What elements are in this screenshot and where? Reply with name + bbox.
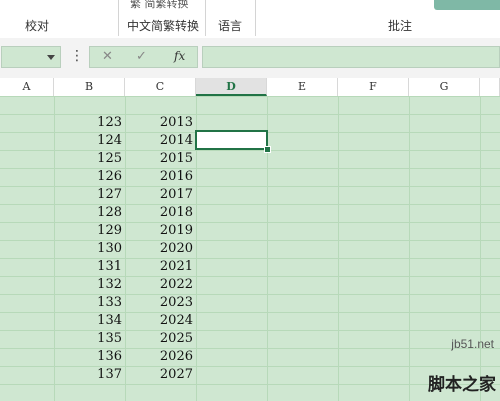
cell-c[interactable]: 2020 xyxy=(125,240,196,258)
cell-b[interactable]: 134 xyxy=(54,312,125,330)
cell-c[interactable]: 2015 xyxy=(125,150,196,168)
cell-c[interactable]: 2021 xyxy=(125,258,196,276)
formula-bar: ⋮ ✕ ✓ fx xyxy=(0,38,500,79)
ribbon-group-language[interactable]: 语言 xyxy=(218,17,242,34)
cell-b[interactable]: 131 xyxy=(54,258,125,276)
cell-b[interactable]: 126 xyxy=(54,168,125,186)
cell-b[interactable]: 133 xyxy=(54,294,125,312)
column-header-partial[interactable] xyxy=(480,78,500,96)
column-header-b[interactable]: B xyxy=(54,78,125,96)
formula-input[interactable] xyxy=(202,46,500,68)
column-header-a[interactable]: A xyxy=(0,78,54,96)
cancel-icon[interactable]: ✕ xyxy=(102,49,113,64)
chevron-down-icon[interactable] xyxy=(47,55,55,60)
cell-c[interactable]: 2014 xyxy=(125,132,196,150)
cell-b[interactable]: 125 xyxy=(54,150,125,168)
formula-buttons: ✕ ✓ fx xyxy=(89,46,198,68)
ribbon-divider xyxy=(205,0,206,36)
cell-c[interactable]: 2016 xyxy=(125,168,196,186)
cell-c[interactable]: 2027 xyxy=(125,366,196,384)
name-box[interactable] xyxy=(1,46,61,68)
cell-b[interactable]: 124 xyxy=(54,132,125,150)
selected-cell[interactable] xyxy=(195,130,268,150)
ribbon-divider xyxy=(118,0,119,36)
column-header-d[interactable]: D xyxy=(196,78,267,96)
watermark: jb51.net 脚本之家 xyxy=(358,331,500,401)
cell-c[interactable]: 2025 xyxy=(125,330,196,348)
cell-b[interactable]: 135 xyxy=(54,330,125,348)
insert-function-icon[interactable]: fx xyxy=(174,49,185,63)
cell-c[interactable]: 2024 xyxy=(125,312,196,330)
more-options-icon[interactable]: ⋮ xyxy=(70,48,84,64)
cell-b[interactable]: 127 xyxy=(54,186,125,204)
cell-b[interactable]: 137 xyxy=(54,366,125,384)
column-header-row: A B C D E F G xyxy=(0,78,500,97)
cell-c[interactable]: 2019 xyxy=(125,222,196,240)
ribbon: 繁 简繁转换 校对 中文简繁转换 语言 批注 xyxy=(0,0,500,39)
cell-b[interactable]: 129 xyxy=(54,222,125,240)
column-header-f[interactable]: F xyxy=(338,78,409,96)
cell-b[interactable]: 130 xyxy=(54,240,125,258)
ribbon-group-chinese-conversion[interactable]: 中文简繁转换 xyxy=(127,17,199,34)
column-header-c[interactable]: C xyxy=(125,78,196,96)
cell-b[interactable]: 123 xyxy=(54,114,125,132)
column-header-g[interactable]: G xyxy=(409,78,480,96)
cell-c[interactable]: 2022 xyxy=(125,276,196,294)
ribbon-partial-text: 繁 简繁转换 xyxy=(130,0,189,10)
cell-b[interactable]: 136 xyxy=(54,348,125,366)
ribbon-group-comments[interactable]: 批注 xyxy=(388,17,412,34)
cell-b[interactable]: 132 xyxy=(54,276,125,294)
ribbon-partial-icon[interactable] xyxy=(434,0,500,10)
gridline xyxy=(0,96,500,97)
cell-c[interactable]: 2013 xyxy=(125,114,196,132)
gridline xyxy=(338,96,339,401)
fill-handle[interactable] xyxy=(264,146,271,153)
ribbon-group-proofing[interactable]: 校对 xyxy=(25,17,49,34)
confirm-icon[interactable]: ✓ xyxy=(136,49,147,64)
watermark-text: 脚本之家 xyxy=(428,375,496,395)
ribbon-divider xyxy=(255,0,256,36)
watermark-url: jb51.net xyxy=(451,337,494,351)
cell-b[interactable]: 128 xyxy=(54,204,125,222)
column-header-e[interactable]: E xyxy=(267,78,338,96)
cell-c[interactable]: 2023 xyxy=(125,294,196,312)
spreadsheet-grid[interactable]: A B C D E F G 123 124 125 126 127 128 12… xyxy=(0,78,500,401)
cell-c[interactable]: 2018 xyxy=(125,204,196,222)
cell-c[interactable]: 2026 xyxy=(125,348,196,366)
cell-c[interactable]: 2017 xyxy=(125,186,196,204)
